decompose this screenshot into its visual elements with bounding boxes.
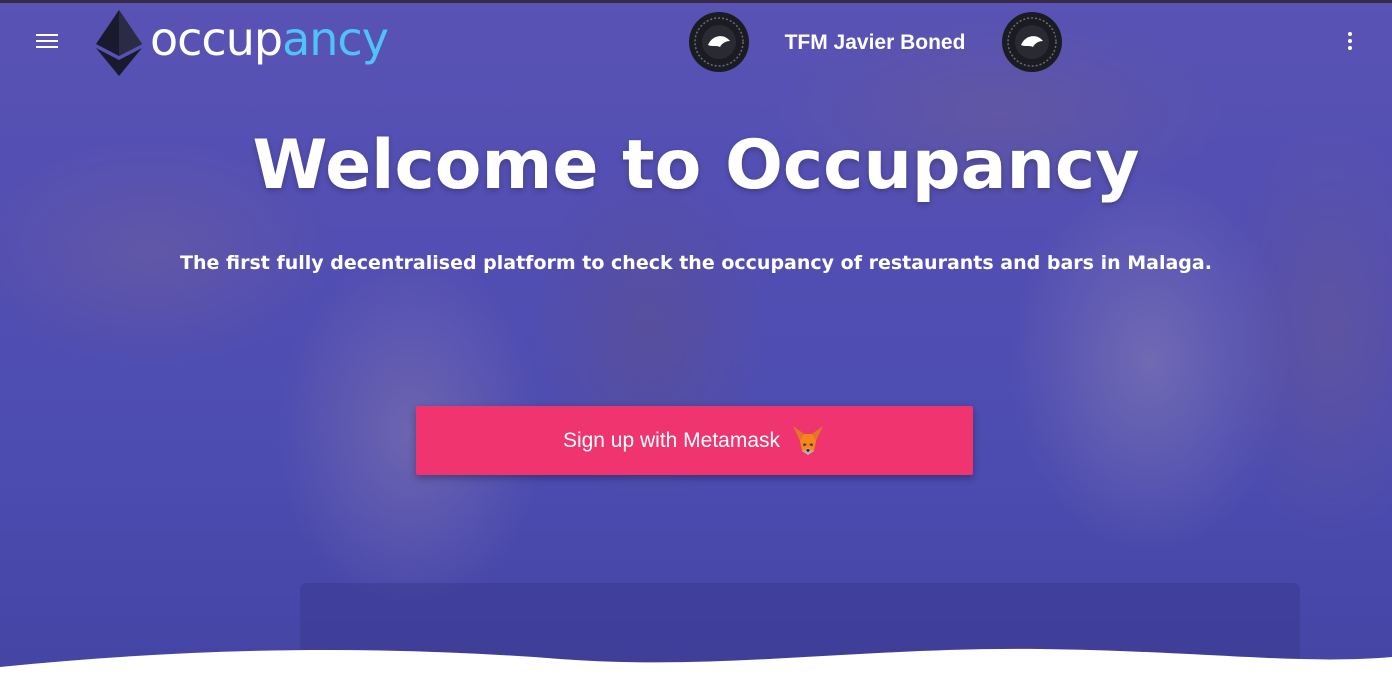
hamburger-menu-icon[interactable] <box>36 30 64 56</box>
metamask-fox-icon <box>793 425 824 455</box>
top-app-bar: occupancy TFM Javier Boned <box>0 3 1392 83</box>
app-frame: occupancy TFM Javier Boned Welcome to Oc… <box>0 0 1392 687</box>
signup-button-label: Sign up with Metamask <box>562 428 781 452</box>
ethereum-logo-icon <box>96 10 142 76</box>
hero-color-overlay <box>0 3 1392 687</box>
university-seal-icon <box>1002 12 1062 72</box>
more-vertical-icon[interactable] <box>1340 29 1360 57</box>
brand-wordmark-part2: ancy <box>282 12 389 66</box>
bottom-wave-divider <box>0 648 1392 687</box>
university-seal-icon <box>689 12 749 72</box>
hero-subtitle: The first fully decentralised platform t… <box>180 252 1212 274</box>
brand-wordmark-part1: occup <box>150 12 283 66</box>
brand-wordmark[interactable]: occupancy <box>150 9 389 69</box>
signup-metamask-button[interactable]: Sign up with Metamask <box>416 406 973 475</box>
page-title: TFM Javier Boned <box>784 31 966 54</box>
hero-title: Welcome to Occupancy <box>252 126 1140 205</box>
